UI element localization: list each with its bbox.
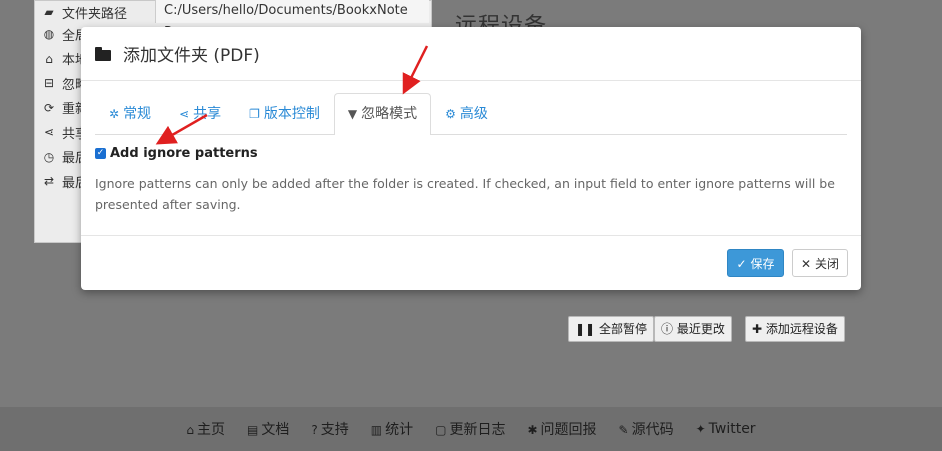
tab-1[interactable]: ⋖ 共享 — [165, 93, 235, 133]
gear-icon: ✲ — [109, 107, 120, 121]
footer-link-统计[interactable]: ▥ 统计 — [371, 419, 413, 439]
share-icon: ⋖ — [179, 107, 190, 121]
footer-link-文档[interactable]: ▤ 文档 — [247, 419, 289, 439]
exchange-icon: ⇄ — [43, 174, 55, 188]
folder-open-icon: ▰ — [44, 5, 54, 19]
folder-detail-row: ⟳ 重新 — [34, 96, 88, 120]
footer-link-更新日志[interactable]: ▢ 更新日志 — [435, 419, 505, 439]
dialog-title: 添加文件夹 (PDF) — [123, 46, 260, 66]
globe-icon: ◍ — [43, 27, 55, 41]
share-icon: ⋖ — [43, 125, 55, 139]
twitter-icon: ✦ — [695, 422, 706, 436]
question-icon: ? — [311, 423, 318, 437]
file-icon: ▢ — [435, 423, 447, 437]
copy-icon: ❐ — [249, 107, 260, 121]
refresh-icon: ⟳ — [43, 100, 55, 115]
footer-link-问题回报[interactable]: ✱ 问题回报 — [527, 419, 596, 439]
close-icon: ✕ — [801, 257, 812, 271]
footer-link-主页[interactable]: ⌂ 主页 — [186, 419, 225, 439]
book-icon: ▤ — [247, 423, 259, 437]
folder-detail-row: ⋖ 共享 — [34, 120, 88, 144]
dialog-footer: ✓ 保存 ✕ 关闭 — [81, 235, 861, 291]
home-icon: ⌂ — [186, 423, 195, 437]
tab-3[interactable]: ▼ 忽略模式 — [333, 93, 432, 135]
folder-path-label: 文件夹路径 — [62, 6, 128, 22]
dialog-tabs: ✲ 常规 ⋖ 共享 ❐ 版本控制 ▼ 忽略模式 ⚙ 高级 — [95, 93, 847, 135]
folder-icon — [95, 46, 111, 61]
filter-icon: ▼ — [347, 107, 358, 121]
info-icon: ⓘ — [661, 322, 674, 336]
tab-4[interactable]: ⚙ 高级 — [431, 93, 502, 133]
tab-2[interactable]: ❐ 版本控制 — [235, 93, 334, 133]
footer-link-twitter[interactable]: ✦ Twitter — [696, 421, 756, 437]
folder-detail-row: ◷ 最后 — [34, 145, 88, 169]
clock-icon: ◷ — [43, 149, 55, 164]
pause-icon: ❚❚ — [575, 322, 596, 336]
footer-nav: ⌂ 主页 ▤ 文档 ? 支持 ▥ 统计 ▢ 更新日志 ✱ 问题回报 ✎ 源代码 ✦ Twitter — [0, 407, 942, 451]
add-ignore-patterns-checkbox[interactable]: ✓ — [95, 148, 106, 159]
bug-icon: ✱ — [527, 423, 538, 437]
folder-path-row: ▰ 文件夹路径 — [34, 0, 127, 24]
folder-path-value: C:/Users/hello/Documents/BookxNote Pro — [155, 0, 429, 40]
square-minus-icon: ⊟ — [43, 76, 55, 90]
folder-detail-row: ◍ 全局 — [34, 22, 88, 46]
bar-chart-icon: ▥ — [370, 423, 383, 437]
folder-detail-row: ⇄ 最后 — [34, 169, 88, 193]
footer-link-源代码[interactable]: ✎ 源代码 — [619, 419, 674, 439]
save-button[interactable]: ✓ 保存 — [727, 249, 784, 277]
check-icon: ✓ — [736, 257, 747, 271]
recent-changes-button[interactable]: ⓘ 最近更改 — [654, 316, 732, 342]
dialog-header: 添加文件夹 (PDF) — [81, 27, 861, 81]
plus-icon: ✚ — [752, 322, 763, 336]
ignore-patterns-help-text: Ignore patterns can only be added after … — [95, 176, 835, 212]
footer-link-支持[interactable]: ? 支持 — [311, 419, 348, 439]
pause-all-button[interactable]: ❚❚ 全部暂停 — [568, 316, 654, 342]
tab-0[interactable]: ✲ 常规 — [95, 93, 165, 133]
home-icon: ⌂ — [45, 51, 53, 66]
add-ignore-patterns-label[interactable]: Add ignore patterns — [110, 146, 258, 161]
add-folder-dialog: 添加文件夹 (PDF) ✲ 常规 ⋖ 共享 ❐ 版本控制 ▼ 忽略模式 ⚙ 高级 ✓ Add ig… — [81, 27, 861, 290]
close-button[interactable]: ✕ 关闭 — [792, 249, 848, 277]
folder-detail-row: ⌂ 本地 — [34, 47, 88, 71]
wrench-icon: ✎ — [618, 423, 629, 437]
add-remote-device-button[interactable]: ✚ 添加远程设备 — [745, 316, 845, 342]
add-ignore-patterns-option[interactable]: ✓ Add ignore patterns — [95, 146, 258, 161]
folder-detail-row: ⊟ 忽略 — [34, 71, 88, 95]
cogs-icon: ⚙ — [445, 107, 456, 121]
